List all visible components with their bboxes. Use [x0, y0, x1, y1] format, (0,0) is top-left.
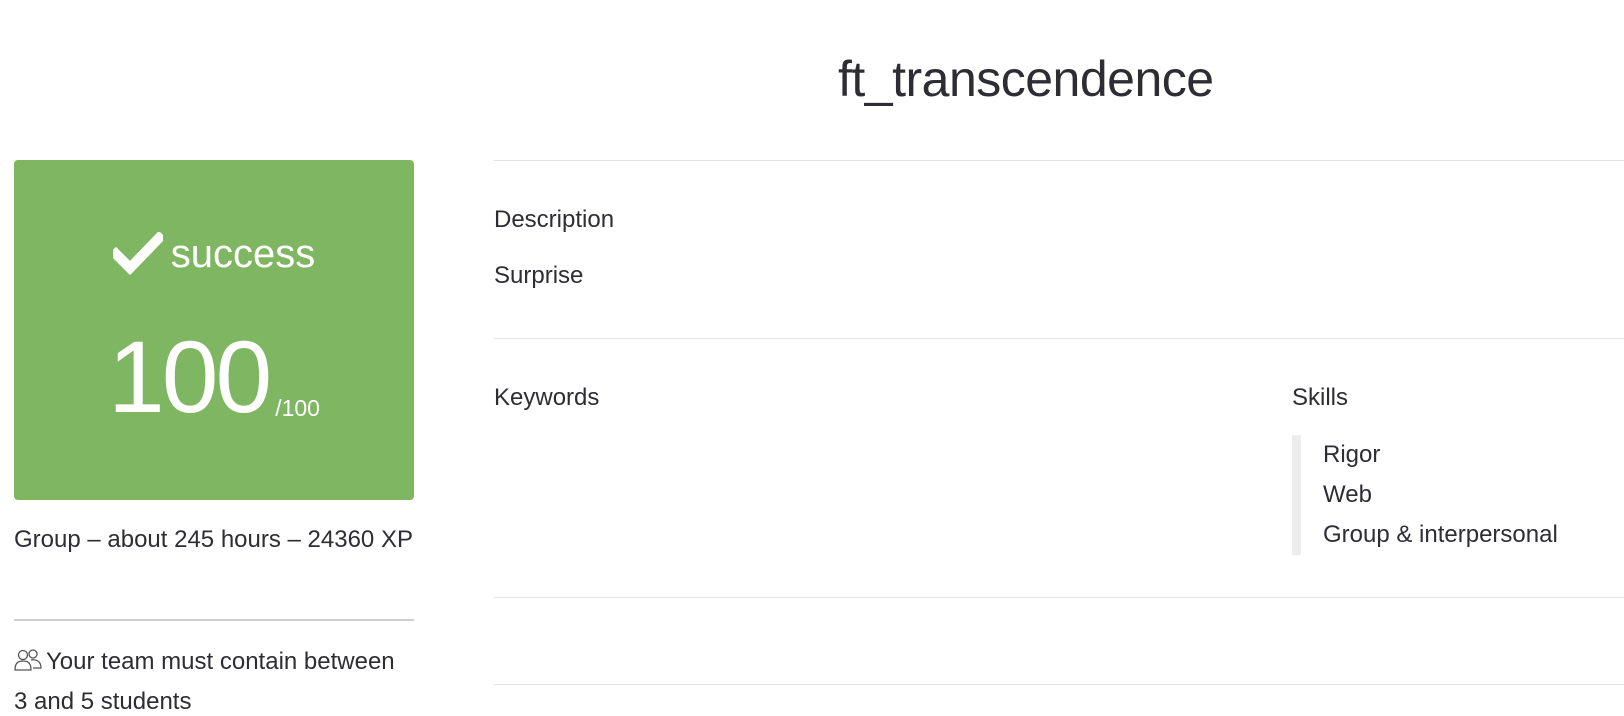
- divider-top: [494, 160, 1624, 161]
- left-divider: [14, 619, 414, 621]
- checkmark-icon: [112, 232, 163, 276]
- team-rule-text: Your team must contain between 3 and 5 s…: [14, 648, 395, 715]
- description-text: Surprise: [494, 262, 584, 289]
- status-label: success: [170, 232, 316, 276]
- keywords-label: Keywords: [494, 384, 600, 411]
- score-value: 100: [108, 320, 272, 434]
- skill-item: Rigor: [1323, 441, 1381, 468]
- divider-lower: [494, 597, 1624, 598]
- divider-bottom: [494, 684, 1624, 685]
- score-max: /100: [275, 395, 320, 421]
- divider-middle: [494, 338, 1624, 339]
- skill-item: Group & interpersonal: [1323, 521, 1558, 548]
- page-title: ft_transcendence: [838, 51, 1214, 107]
- skills-label: Skills: [1292, 384, 1349, 411]
- result-card: success 100 /100: [14, 160, 414, 500]
- score-row: 100 /100: [14, 326, 414, 428]
- status-row: success: [14, 232, 414, 276]
- project-meta: Group – about 245 hours – 24360 XP: [14, 526, 413, 553]
- team-requirement: Your team must contain between 3 and 5 s…: [14, 642, 414, 716]
- skills-list: Rigor Web Group & interpersonal: [1292, 435, 1624, 555]
- skill-item: Web: [1323, 481, 1372, 508]
- description-label: Description: [494, 206, 615, 233]
- team-icon: [14, 649, 42, 671]
- project-page: ft_transcendence success 100 /100 Group …: [0, 0, 1624, 716]
